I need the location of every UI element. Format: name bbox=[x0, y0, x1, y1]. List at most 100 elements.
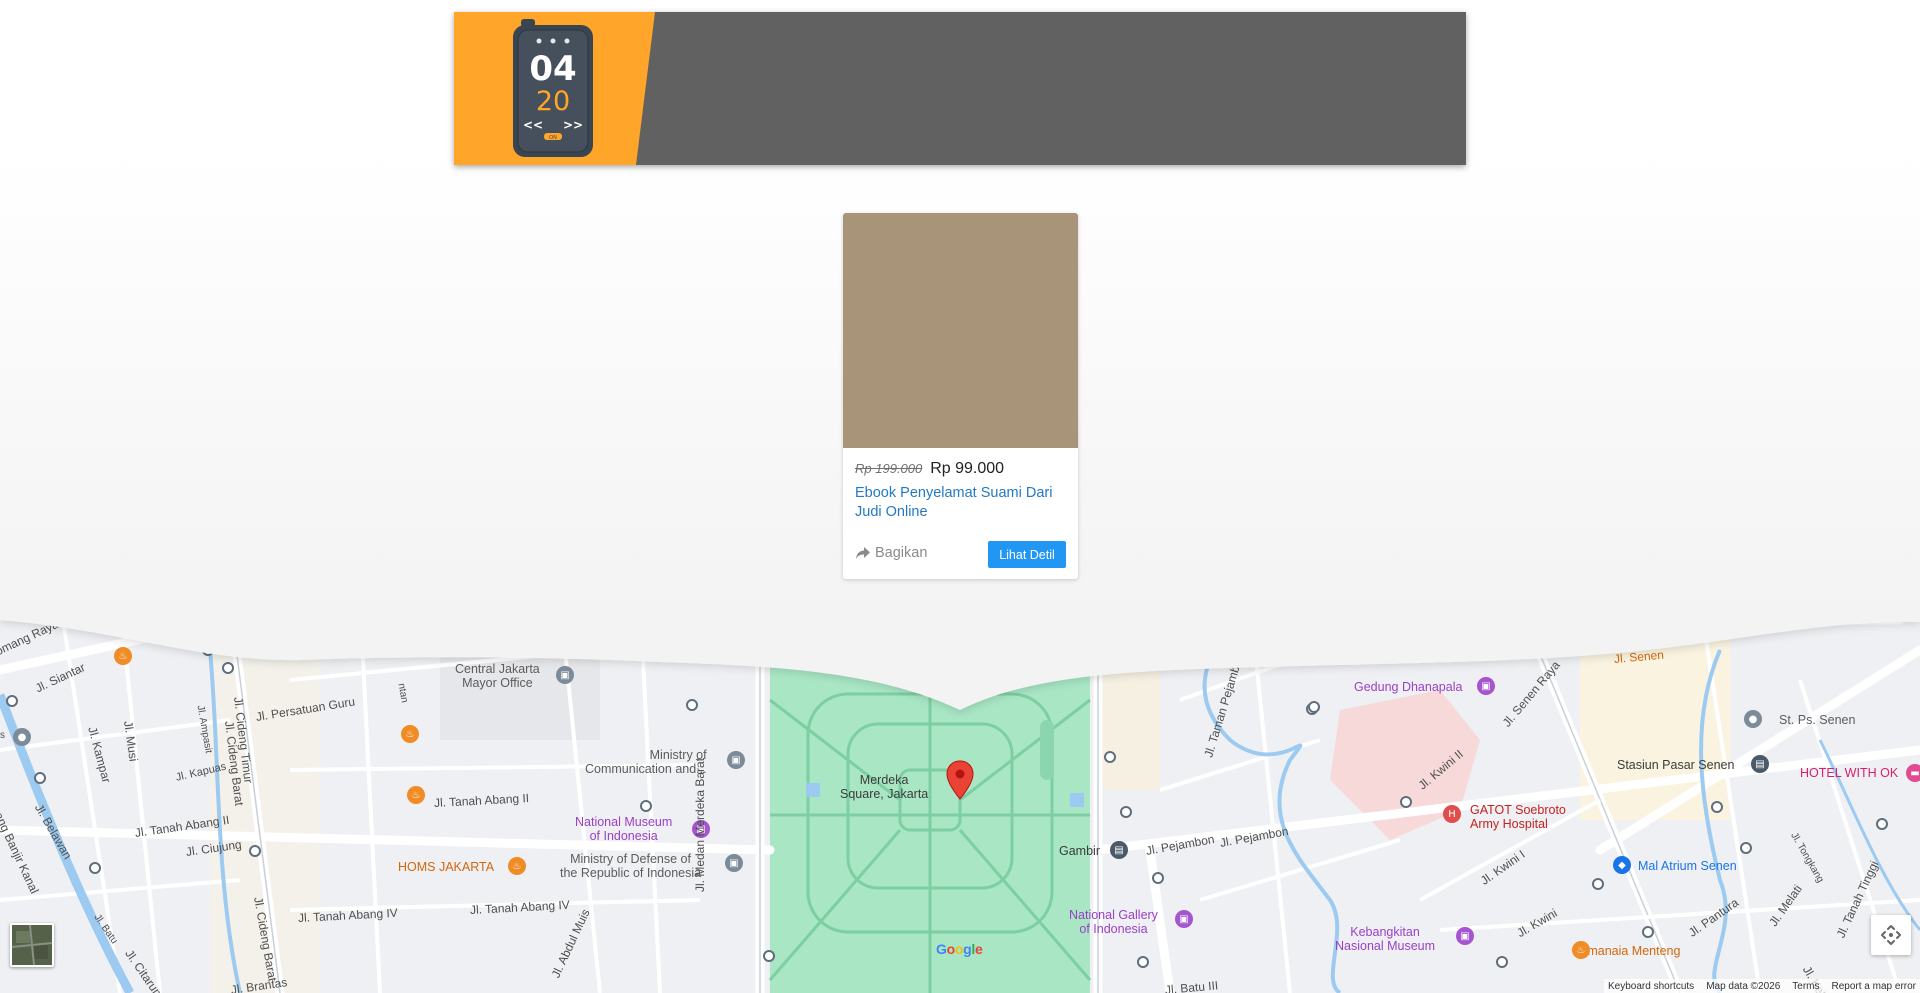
restaurant-icon[interactable]: ♨ bbox=[508, 857, 526, 875]
bus-stop-icon[interactable] bbox=[1876, 818, 1888, 830]
train-station-icon[interactable]: ▤ bbox=[1751, 755, 1769, 773]
map-type-toggle[interactable] bbox=[10, 923, 54, 967]
bus-stop-icon[interactable] bbox=[89, 862, 101, 874]
restaurant-icon[interactable]: ♨ bbox=[407, 786, 425, 804]
map-footer: Keyboard shortcuts Map data ©2026 Terms … bbox=[1604, 979, 1920, 993]
bus-stop-icon[interactable] bbox=[1400, 796, 1412, 808]
original-price: Rp 199.000 bbox=[855, 461, 923, 476]
fullscreen-icon bbox=[1881, 925, 1901, 945]
bus-stop-icon[interactable] bbox=[1308, 701, 1320, 713]
hospital-icon[interactable]: H bbox=[1443, 805, 1461, 823]
bus-stop-icon[interactable] bbox=[1152, 872, 1164, 884]
calendar-clock-logo-icon[interactable]: 04 20 << >> ON bbox=[511, 19, 595, 159]
location-pin-icon[interactable] bbox=[946, 760, 974, 800]
share-label: Bagikan bbox=[875, 545, 928, 561]
report-map-error-link[interactable]: Report a map error bbox=[1832, 981, 1916, 992]
google-logo: Google bbox=[936, 941, 983, 957]
bus-stop-icon[interactable] bbox=[1711, 801, 1723, 813]
satellite-thumbnail-icon bbox=[12, 925, 52, 965]
bus-stop-icon[interactable] bbox=[640, 800, 652, 812]
bus-stop-icon[interactable] bbox=[1496, 956, 1508, 968]
poi-label-line: of Indonesia bbox=[589, 829, 658, 843]
poi-homs-jakarta[interactable]: HOMS JAKARTA bbox=[398, 860, 494, 874]
logo-day-text: 04 bbox=[529, 49, 576, 89]
logo-nav-left: << bbox=[523, 118, 543, 132]
product-image[interactable] bbox=[843, 213, 1078, 448]
keyboard-shortcuts-link[interactable]: Keyboard shortcuts bbox=[1608, 981, 1694, 992]
bus-stop-icon[interactable] bbox=[222, 662, 234, 674]
header-banner: 04 20 << >> ON bbox=[454, 12, 1466, 165]
product-card: Rp 199.000 Rp 99.000 Ebook Penyelamat Su… bbox=[843, 213, 1078, 579]
street-label: s bbox=[0, 730, 5, 741]
logo-nav-right: >> bbox=[563, 118, 583, 132]
poi-label-line: of Indonesia bbox=[1079, 922, 1148, 936]
place-marker-icon[interactable]: ● bbox=[13, 728, 31, 746]
poi-national-gallery[interactable]: National Gallery of Indonesia bbox=[1069, 908, 1158, 936]
poi-ministry-communication[interactable]: Ministry of Communication and... bbox=[585, 748, 707, 776]
terms-link[interactable]: Terms bbox=[1792, 981, 1819, 992]
poi-kebangkitan-museum[interactable]: Kebangkitan Nasional Museum bbox=[1335, 925, 1435, 953]
poi-gedung-dhanapala[interactable]: Gedung Dhanapala bbox=[1354, 680, 1462, 694]
poi-hotel-with-ok[interactable]: HOTEL WITH OK bbox=[1800, 766, 1898, 780]
bus-stop-icon[interactable] bbox=[34, 772, 46, 784]
price-row: Rp 199.000 Rp 99.000 bbox=[855, 460, 1004, 478]
museum-icon[interactable]: ▣ bbox=[1477, 677, 1495, 695]
bus-stop-icon[interactable] bbox=[6, 695, 18, 707]
restaurant-icon[interactable]: ♨ bbox=[1572, 941, 1590, 959]
poi-label-line: Army Hospital bbox=[1470, 817, 1548, 831]
bus-stop-icon[interactable] bbox=[1120, 806, 1132, 818]
poi-gatot-soebroto-hospital[interactable]: GATOT Soebroto Army Hospital bbox=[1470, 803, 1566, 831]
poi-label-line: Ministry of bbox=[649, 748, 707, 762]
bus-stop-icon[interactable] bbox=[1642, 926, 1654, 938]
logo-tag: ON bbox=[549, 135, 557, 141]
bus-stop-icon[interactable] bbox=[1740, 842, 1752, 854]
poi-label-line: Square, Jakarta bbox=[840, 787, 929, 801]
bus-stop-icon[interactable] bbox=[1137, 956, 1149, 968]
share-button[interactable]: Bagikan bbox=[855, 545, 927, 561]
bus-stop-icon[interactable] bbox=[763, 950, 775, 962]
bus-stop-icon[interactable] bbox=[1104, 751, 1116, 763]
poi-central-jakarta-mayor-office[interactable]: Central Jakarta Mayor Office bbox=[455, 662, 540, 690]
bus-stop-icon[interactable] bbox=[202, 644, 214, 656]
government-building-icon[interactable]: ▣ bbox=[725, 854, 743, 872]
logo-year-text: 20 bbox=[536, 86, 570, 117]
museum-icon[interactable]: ▣ bbox=[1456, 927, 1474, 945]
government-building-icon[interactable]: ▣ bbox=[556, 666, 574, 684]
banner-accent-stripe bbox=[454, 12, 655, 165]
bus-stop-icon[interactable] bbox=[249, 845, 261, 857]
poi-stasiun-pasar-senen[interactable]: Stasiun Pasar Senen bbox=[1617, 758, 1734, 772]
poi-label-line: Communication and... bbox=[585, 762, 707, 776]
product-title-link[interactable]: Ebook Penyelamat Suami Dari Judi Online bbox=[855, 484, 1067, 522]
share-arrow-icon bbox=[856, 547, 870, 559]
poi-amanaia-menteng[interactable]: Amanaia Menteng bbox=[1579, 944, 1680, 958]
poi-label-line: GATOT Soebroto bbox=[1470, 803, 1566, 817]
restaurant-icon[interactable]: ♨ bbox=[401, 725, 419, 743]
sale-price: Rp 99.000 bbox=[930, 460, 1005, 477]
place-marker-icon[interactable]: ● bbox=[1744, 710, 1762, 728]
poi-merdeka-square[interactable]: Merdeka Square, Jakarta bbox=[840, 773, 928, 801]
poi-mal-atrium-senen[interactable]: Mal Atrium Senen bbox=[1638, 859, 1737, 873]
museum-icon[interactable]: ▣ bbox=[1175, 910, 1193, 928]
poi-label-line: National Museum bbox=[575, 815, 673, 829]
poi-label-line: the Republic of Indonesia bbox=[560, 866, 702, 880]
bus-stop-icon[interactable] bbox=[1592, 878, 1604, 890]
poi-label-line: Central Jakarta bbox=[455, 662, 540, 676]
view-detail-button[interactable]: Lihat Detil bbox=[988, 541, 1066, 568]
poi-gambir-station[interactable]: Gambir bbox=[1059, 844, 1100, 858]
poi-national-museum[interactable]: National Museum of Indonesia bbox=[575, 815, 672, 843]
poi-label-line: Mayor Office bbox=[462, 676, 533, 690]
poi-st-ps-senen[interactable]: St. Ps. Senen bbox=[1779, 713, 1855, 727]
poi-ministry-defense[interactable]: Ministry of Defense of the Republic of I… bbox=[560, 852, 701, 880]
poi-label-line: Kebangkitan bbox=[1350, 925, 1420, 939]
shopping-bag-icon[interactable]: ◆ bbox=[1613, 856, 1631, 874]
poi-label-line: Merdeka bbox=[859, 773, 909, 787]
poi-label-line: Ministry of Defense of bbox=[570, 852, 691, 866]
fullscreen-button[interactable] bbox=[1871, 915, 1911, 955]
hotel-icon[interactable]: ▬ bbox=[1906, 764, 1920, 782]
poi-label-line: National Gallery bbox=[1069, 908, 1158, 922]
bus-stop-icon[interactable] bbox=[686, 699, 698, 711]
google-map[interactable]: Central Jakarta Mayor Office ▣ Ministry … bbox=[0, 600, 1920, 993]
train-station-icon[interactable]: ▤ bbox=[1110, 841, 1128, 859]
government-building-icon[interactable]: ▣ bbox=[727, 751, 745, 769]
restaurant-icon[interactable]: ♨ bbox=[114, 647, 132, 665]
